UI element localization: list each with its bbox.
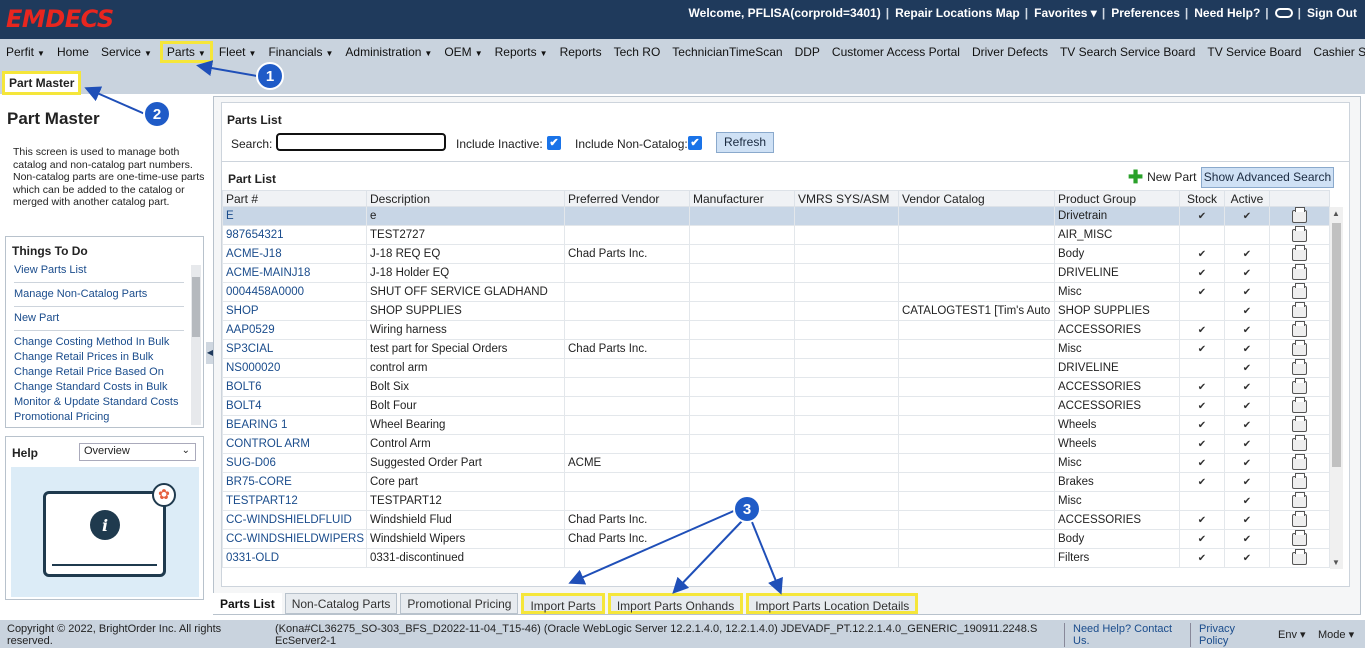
need-help-contact-link[interactable]: Need Help? Contact Us. [1064, 623, 1184, 647]
annotation-arrows [84, 60, 783, 595]
arrow-to-breadcrumb [84, 86, 146, 115]
footer: Copyright © 2022, BrightOrder Inc. All r… [0, 620, 1365, 648]
callout-3: 3 [733, 495, 761, 523]
privacy-policy-link[interactable]: Privacy Policy [1190, 623, 1256, 647]
callout-2: 2 [143, 100, 171, 128]
mode-menu[interactable]: Mode ▾ [1318, 628, 1354, 641]
arrow-to-parts-menu [196, 60, 258, 77]
callout-1: 1 [256, 62, 284, 90]
arrow-to-import-parts [568, 509, 737, 585]
arrow-to-import-location [751, 521, 783, 595]
build-info-text: (Kona#CL36275_SO-303_BFS_D2022-11-04_T15… [275, 623, 1038, 647]
copyright-text: Copyright © 2022, BrightOrder Inc. All r… [7, 623, 222, 647]
env-menu[interactable]: Env ▾ [1278, 628, 1306, 641]
